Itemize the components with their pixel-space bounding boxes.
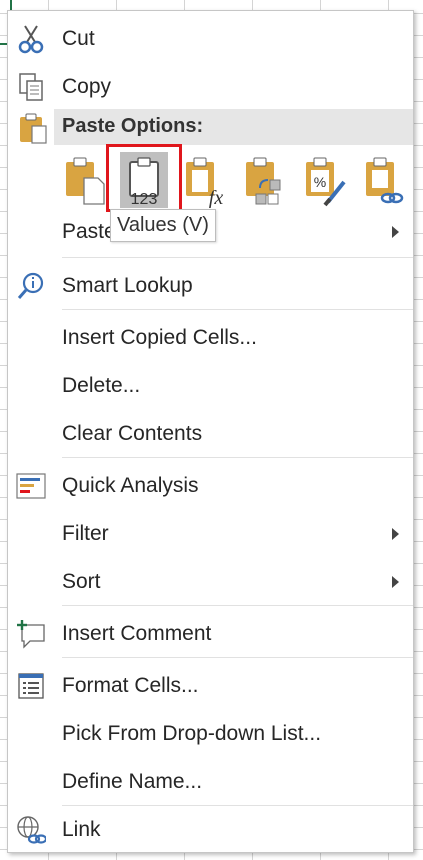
paste-transpose-button[interactable]: [240, 152, 288, 208]
menu-item-label: Sort: [62, 570, 101, 593]
quick-analysis-icon: [16, 471, 46, 501]
menu-item-define-name[interactable]: Define Name...: [8, 761, 413, 803]
context-menu: Cut Copy Paste Options: 123 fx % Paste S…: [7, 10, 414, 853]
menu-item-delete[interactable]: Delete...: [8, 365, 413, 407]
menu-item-label: Define Name...: [62, 770, 203, 793]
separator: [62, 309, 413, 310]
separator: [62, 605, 413, 606]
menu-item-insert-comment[interactable]: Insert Comment: [8, 613, 413, 655]
paste-formulas-button[interactable]: fx: [180, 152, 228, 209]
comment-icon: [16, 619, 46, 649]
menu-item-smart-lookup[interactable]: Smart Lookup: [8, 265, 413, 307]
menu-item-label: Insert Comment: [62, 622, 212, 645]
menu-item-label: Format Cells...: [62, 674, 199, 697]
link-icon: [16, 815, 46, 845]
paste-link-button[interactable]: [360, 152, 408, 208]
menu-item-pick-from-list[interactable]: Pick From Drop-down List...: [8, 713, 413, 755]
menu-item-label: Smart Lookup: [62, 274, 193, 297]
percent-badge: %: [314, 174, 326, 190]
paste-options-label: Paste Options:: [62, 115, 204, 137]
selected-paste-option-outline: [106, 144, 182, 212]
menu-item-cut[interactable]: Cut: [8, 18, 413, 60]
scissors-icon: [16, 24, 46, 54]
menu-item-label: Insert Copied Cells...: [62, 326, 257, 349]
menu-item-format-cells[interactable]: Format Cells...: [8, 665, 413, 707]
smart-lookup-icon: [16, 271, 46, 301]
menu-item-label: Cut: [62, 27, 95, 50]
format-cells-icon: [16, 671, 46, 701]
submenu-arrow-icon: [392, 226, 399, 238]
menu-item-insert-copied-cells[interactable]: Insert Copied Cells...: [8, 317, 413, 359]
formula-badge: fx: [209, 187, 224, 208]
menu-item-label: Link: [62, 818, 101, 841]
menu-item-label: Quick Analysis: [62, 474, 199, 497]
separator: [62, 457, 413, 458]
paste-options-header: Paste Options:: [54, 109, 413, 145]
menu-item-label: Delete...: [62, 374, 141, 397]
menu-item-label: Filter: [62, 522, 109, 545]
values-tooltip: Values (V): [110, 209, 216, 242]
separator: [62, 657, 413, 658]
menu-item-label: Pick From Drop-down List...: [62, 722, 322, 745]
paste-icon: [18, 112, 48, 149]
paste-formatting-button[interactable]: %: [300, 152, 348, 208]
menu-item-sort[interactable]: Sort: [8, 561, 413, 603]
menu-item-label: Copy: [62, 75, 112, 98]
submenu-arrow-icon: [392, 528, 399, 540]
menu-item-clear-contents[interactable]: Clear Contents: [8, 413, 413, 455]
separator: [62, 257, 413, 258]
menu-item-label: Paste: [62, 220, 116, 243]
menu-item-link[interactable]: Link: [8, 809, 413, 851]
menu-item-quick-analysis[interactable]: Quick Analysis: [8, 465, 413, 507]
menu-item-copy[interactable]: Copy: [8, 66, 413, 108]
menu-item-label: Clear Contents: [62, 422, 203, 445]
menu-item-filter[interactable]: Filter: [8, 513, 413, 555]
submenu-arrow-icon: [392, 576, 399, 588]
paste-default-button[interactable]: [60, 152, 108, 208]
separator: [62, 805, 413, 806]
copy-icon: [16, 72, 46, 102]
